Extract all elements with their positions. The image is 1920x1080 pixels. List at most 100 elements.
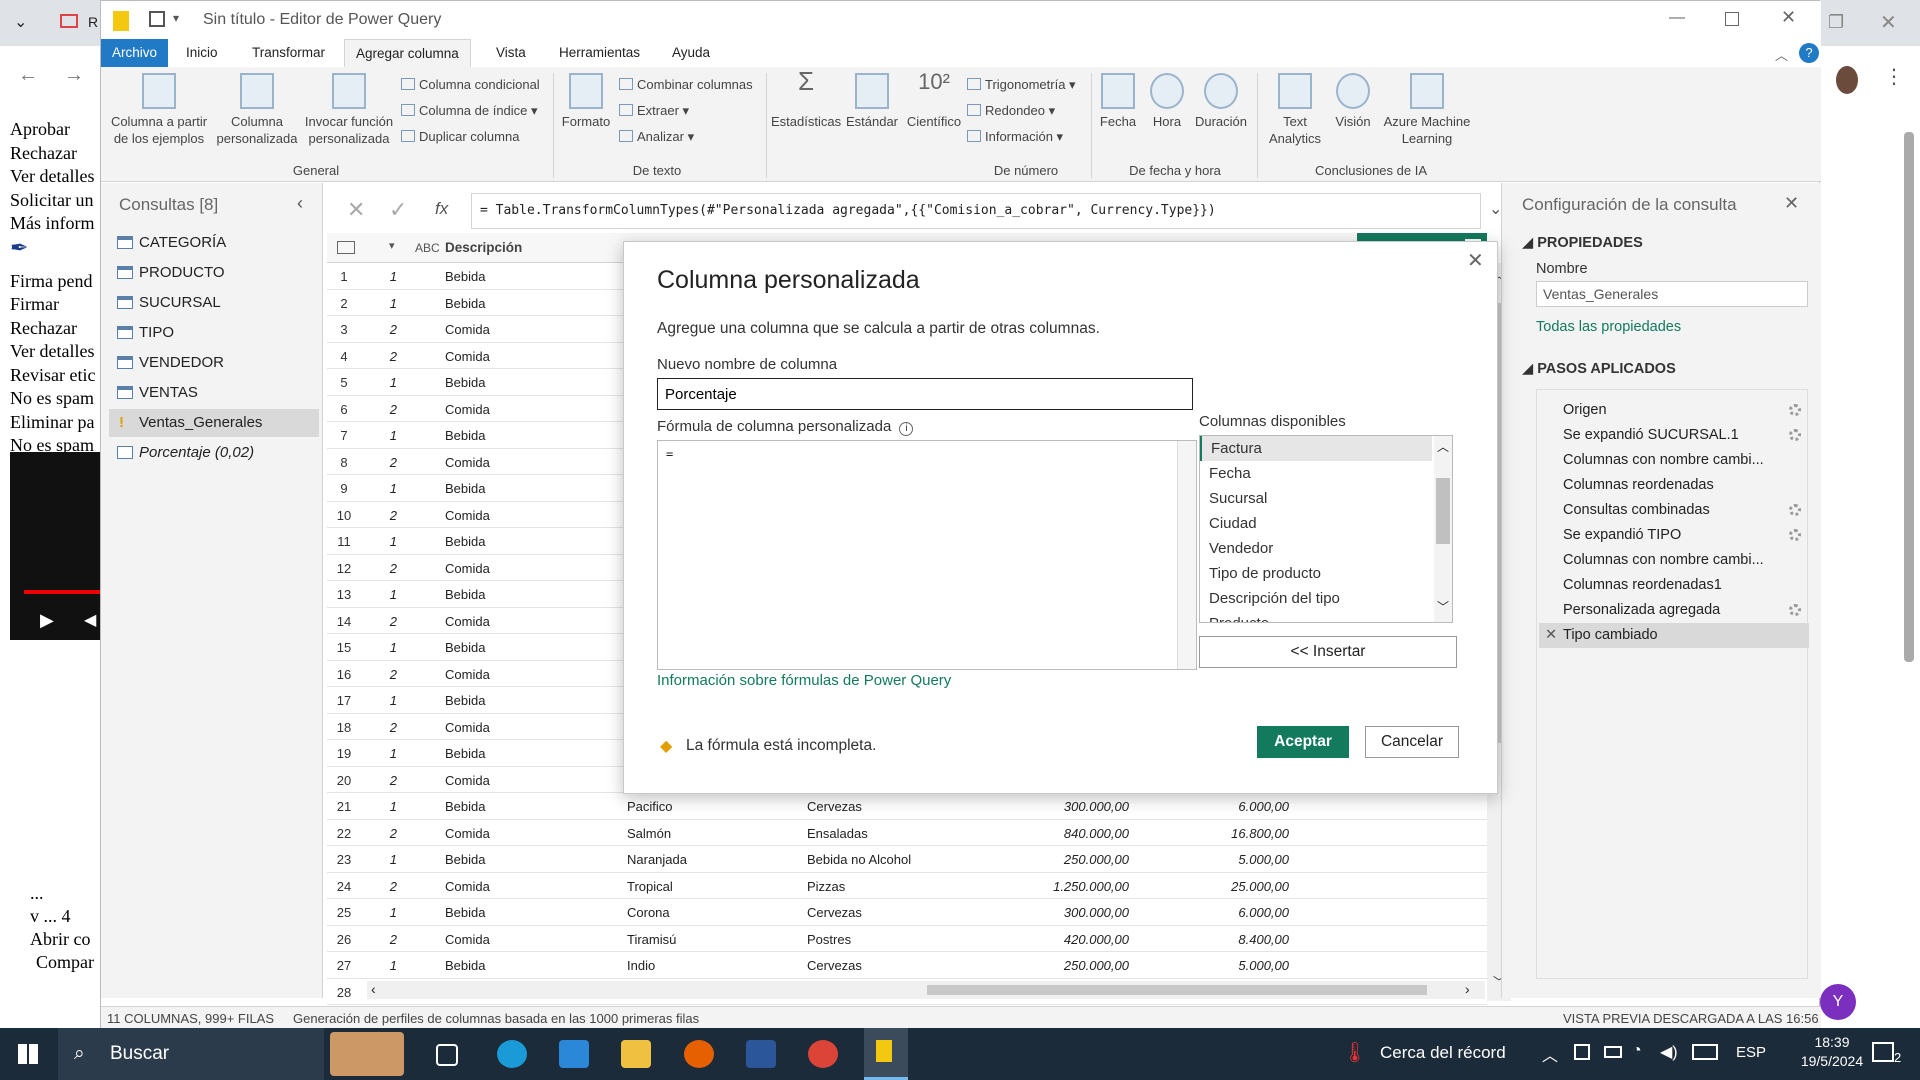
row-number[interactable]: 12: [331, 561, 357, 576]
cell-categoria[interactable]: Cervezas: [807, 905, 967, 920]
help-icon[interactable]: ?: [1799, 43, 1819, 63]
row-number[interactable]: 26: [331, 932, 357, 947]
trigonometry-button[interactable]: Trigonometría ▾: [967, 77, 1076, 93]
step-item[interactable]: Columnas reordenadas1: [1539, 573, 1809, 598]
browser-scrollbar[interactable]: [1900, 116, 1920, 1026]
cell-comision[interactable]: 5.000,00: [1137, 852, 1289, 867]
scroll-left-icon[interactable]: ‹: [371, 981, 376, 997]
scroll-right-icon[interactable]: ›: [1465, 981, 1470, 997]
cell-producto[interactable]: Tiramisú: [627, 932, 797, 947]
row-number[interactable]: 23: [331, 852, 357, 867]
text-line[interactable]: Compar: [30, 951, 94, 974]
column-option[interactable]: Vendedor: [1200, 536, 1432, 561]
scrollbar-thumb[interactable]: [927, 985, 1427, 995]
cell-tipo[interactable]: 1: [367, 587, 397, 602]
column-filter-icon[interactable]: ▾: [389, 239, 395, 252]
cell-descripcion[interactable]: Comida: [445, 561, 615, 576]
quick-access-dropdown-icon[interactable]: ▾: [173, 11, 179, 25]
row-number[interactable]: 6: [331, 402, 357, 417]
row-number[interactable]: 3: [331, 322, 357, 337]
cell-producto[interactable]: Indio: [627, 958, 797, 973]
cell-comision[interactable]: 25.000,00: [1137, 879, 1289, 894]
task-view-icon[interactable]: [436, 1044, 458, 1066]
gear-icon[interactable]: [1789, 404, 1801, 416]
cell-tipo[interactable]: 2: [367, 322, 397, 337]
column-option[interactable]: Producto: [1200, 611, 1432, 622]
tab-inicio[interactable]: Inicio: [175, 39, 229, 67]
row-number[interactable]: 9: [331, 481, 357, 496]
table-row[interactable]: 23 1 Bebida Naranjada Bebida no Alcohol 250.0…: [327, 846, 1487, 873]
step-item[interactable]: Consultas combinadas: [1539, 498, 1809, 523]
cell-descripcion[interactable]: Bebida: [445, 958, 615, 973]
cell-descripcion[interactable]: Bebida: [445, 296, 615, 311]
cell-comision[interactable]: 6.000,00: [1137, 905, 1289, 920]
step-item[interactable]: Origen: [1539, 398, 1809, 423]
cell-tipo[interactable]: 2: [367, 402, 397, 417]
cell-tipo[interactable]: 1: [367, 640, 397, 655]
gear-icon[interactable]: [1789, 429, 1801, 441]
cell-tipo[interactable]: 2: [367, 455, 397, 470]
step-item[interactable]: Personalizada agregada: [1539, 598, 1809, 623]
gear-icon[interactable]: [1789, 604, 1801, 616]
query-item-ventas[interactable]: VENTAS: [109, 379, 319, 407]
cell-categoria[interactable]: Ensaladas: [807, 826, 967, 841]
cell-tipo[interactable]: 2: [367, 508, 397, 523]
maximize-icon[interactable]: [1725, 12, 1739, 26]
clock[interactable]: 18:39 19/5/2024: [1800, 1034, 1864, 1069]
mail-line[interactable]: Revisar etic: [10, 364, 100, 388]
row-number[interactable]: 8: [331, 455, 357, 470]
table-row[interactable]: 25 1 Bebida Corona Cervezas 300.000,00 6.000,0…: [327, 899, 1487, 926]
chrome-icon[interactable]: [808, 1040, 838, 1068]
network-icon[interactable]: ◔: [1632, 1042, 1642, 1060]
mail-line[interactable]: Eliminar pa: [10, 411, 100, 435]
cell-comision[interactable]: 5.000,00: [1137, 958, 1289, 973]
formula-help-link[interactable]: Información sobre fórmulas de Power Quer…: [657, 672, 951, 689]
cell-producto[interactable]: Corona: [627, 905, 797, 920]
gear-icon[interactable]: [1789, 529, 1801, 541]
step-item[interactable]: Se expandió TIPO: [1539, 523, 1809, 548]
query-name-input[interactable]: Ventas_Generales: [1536, 281, 1808, 307]
text-type-icon[interactable]: ABC: [415, 241, 440, 255]
duration-button[interactable]: Duración: [1191, 73, 1251, 130]
table-row[interactable]: 27 1 Bebida Indio Cervezas 250.000,00 5.000,00: [327, 952, 1487, 979]
table-row[interactable]: 22 2 Comida Salmón Ensaladas 840.000,00 16.800…: [327, 819, 1487, 846]
cell-descripcion[interactable]: Comida: [445, 322, 615, 337]
scrollbar-thumb[interactable]: [1436, 478, 1450, 544]
column-option[interactable]: Factura: [1200, 436, 1432, 461]
standard-button[interactable]: Estándar: [843, 73, 901, 130]
fx-icon[interactable]: fx: [435, 199, 448, 219]
vision-button[interactable]: Visión: [1329, 73, 1377, 130]
file-explorer-icon[interactable]: [621, 1040, 651, 1068]
index-column-button[interactable]: Columna de índice ▾: [401, 103, 538, 119]
copilot-avatar[interactable]: Y: [1820, 984, 1856, 1020]
mail-line[interactable]: Firmar: [10, 293, 100, 317]
cell-venta[interactable]: 840.000,00: [967, 826, 1129, 841]
cell-descripcion[interactable]: Comida: [445, 508, 615, 523]
cell-categoria[interactable]: Cervezas: [807, 799, 967, 814]
mail-line[interactable]: Firma pend: [10, 270, 100, 294]
taskbar-search[interactable]: ⌕ Buscar: [58, 1028, 324, 1080]
more-menu-icon[interactable]: ⋮: [1884, 64, 1904, 89]
date-button[interactable]: Fecha: [1093, 73, 1143, 130]
cell-tipo[interactable]: 1: [367, 958, 397, 973]
cell-descripcion[interactable]: Bebida: [445, 534, 615, 549]
language-indicator[interactable]: ESP: [1736, 1044, 1766, 1061]
cell-descripcion[interactable]: Bebida: [445, 799, 615, 814]
cell-venta[interactable]: 250.000,00: [967, 852, 1129, 867]
query-item-sucursal[interactable]: SUCURSAL: [109, 289, 319, 317]
cell-tipo[interactable]: 2: [367, 826, 397, 841]
cell-venta[interactable]: 420.000,00: [967, 932, 1129, 947]
cell-descripcion[interactable]: Comida: [445, 402, 615, 417]
collapse-panel-icon[interactable]: ‹: [297, 193, 303, 214]
cell-comision[interactable]: 6.000,00: [1137, 799, 1289, 814]
cell-venta[interactable]: 300.000,00: [967, 905, 1129, 920]
scroll-down-icon[interactable]: ﹀: [1437, 598, 1449, 615]
row-number[interactable]: 28: [331, 985, 357, 1000]
query-item-vendedor[interactable]: VENDEDOR: [109, 349, 319, 377]
new-column-name-input[interactable]: [657, 378, 1193, 410]
cell-descripcion[interactable]: Comida: [445, 773, 615, 788]
scroll-up-icon[interactable]: ︿: [1437, 438, 1449, 455]
row-number[interactable]: 16: [331, 667, 357, 682]
cell-tipo[interactable]: 1: [367, 296, 397, 311]
cell-comision[interactable]: 16.800,00: [1137, 826, 1289, 841]
